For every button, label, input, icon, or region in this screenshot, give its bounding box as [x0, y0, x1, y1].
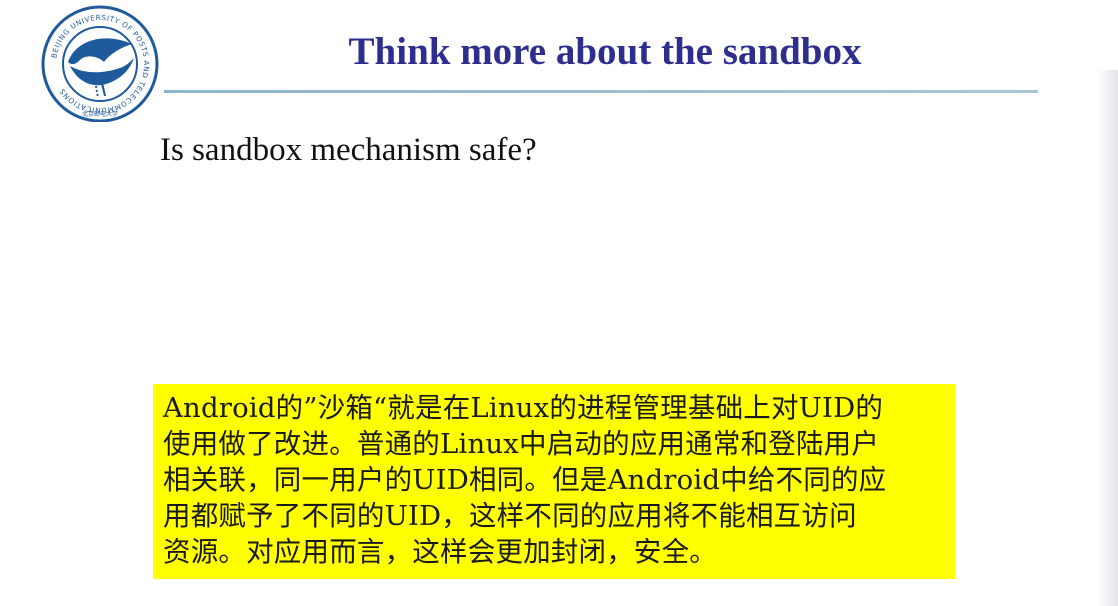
logo-chinese-text: 北京邮电大学	[82, 110, 118, 118]
university-logo-icon: BEIJING UNIVERSITY OF POSTS AND TELECOMM…	[41, 5, 159, 122]
highlight-note: Android的”沙箱“就是在Linux的进程管理基础上对UID的 使用做了改进…	[163, 390, 949, 570]
title-divider	[164, 90, 1038, 93]
question-text: Is sandbox mechanism safe?	[160, 132, 537, 168]
slide-title: Think more about the sandbox	[348, 30, 862, 73]
note-line: 用都赋予了不同的UID，这样不同的应用将不能相互访问	[163, 500, 857, 532]
note-line: Android的”沙箱“就是在Linux的进程管理基础上对UID的	[163, 392, 884, 424]
note-line: 使用做了改进。普通的Linux中启动的应用通常和登陆用户	[163, 428, 880, 460]
slide-edge-shadow	[1098, 70, 1118, 606]
note-line: 资源。对应用而言，这样会更加封闭，安全。	[163, 536, 717, 568]
note-line: 相关联，同一用户的UID相同。但是Android中给不同的应	[163, 464, 887, 496]
slide: BEIJING UNIVERSITY OF POSTS AND TELECOMM…	[0, 0, 1118, 606]
